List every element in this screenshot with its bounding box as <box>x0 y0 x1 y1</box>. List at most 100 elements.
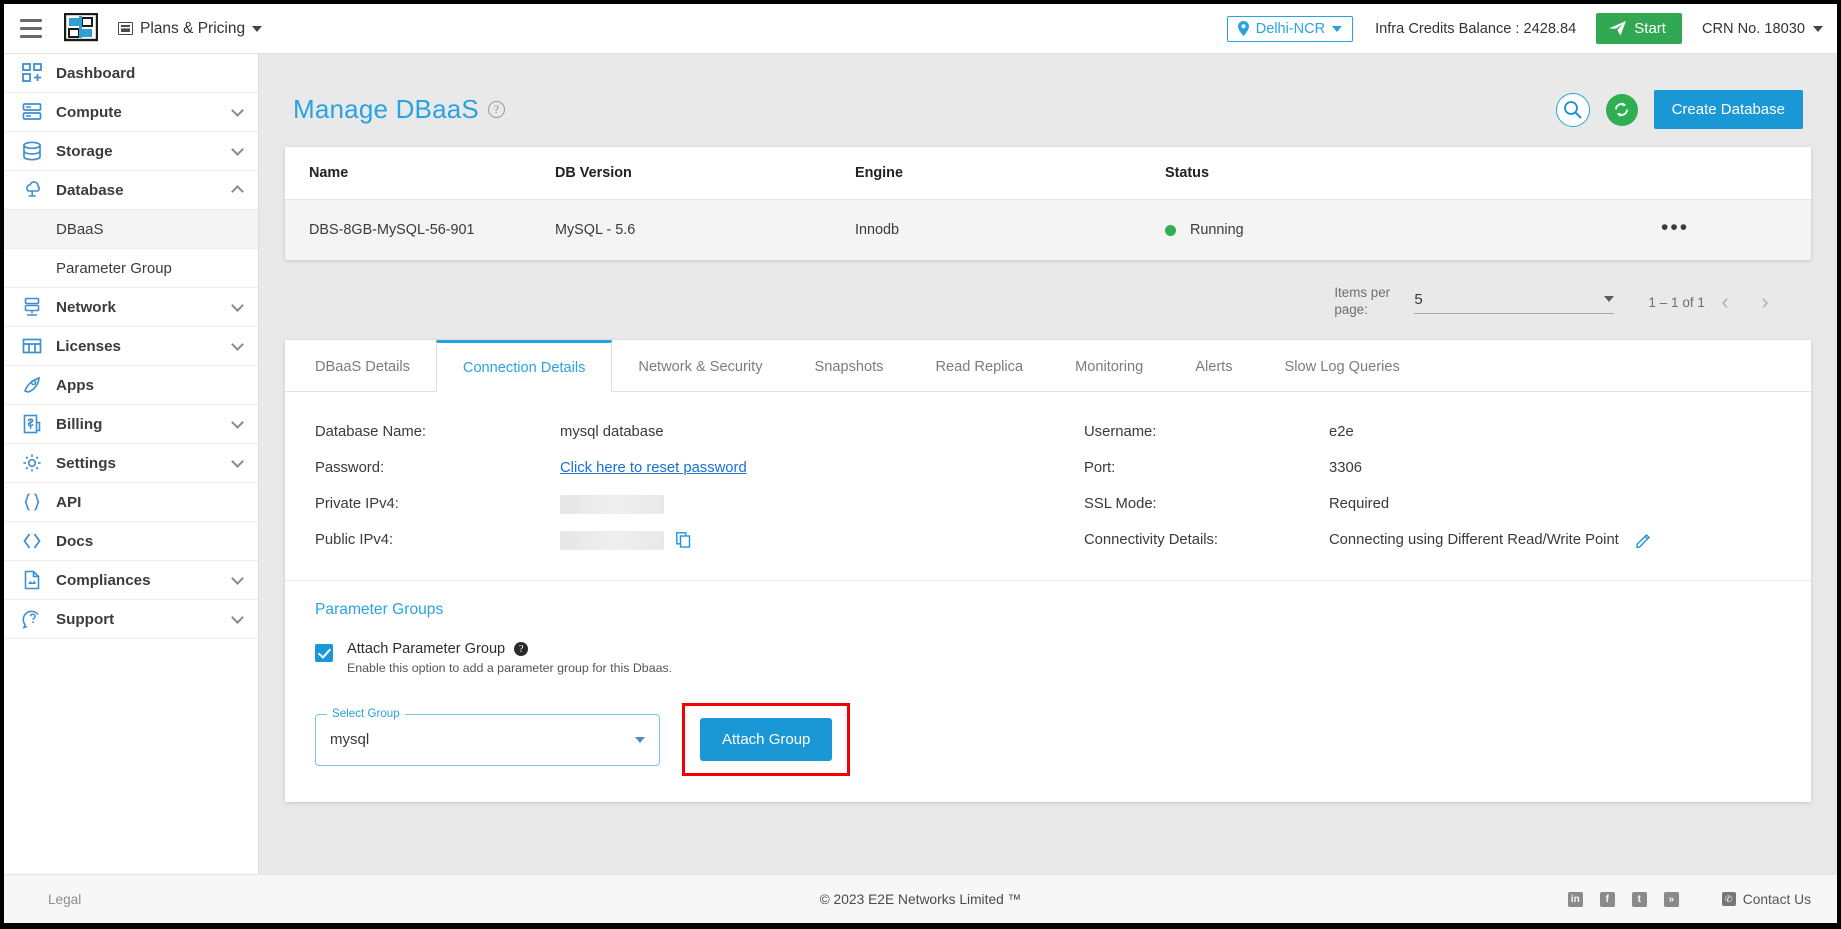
redacted-value <box>560 530 664 550</box>
select-group-legend: Select Group <box>327 706 405 720</box>
connection-details-panel: Database Name: mysql database Password: … <box>285 392 1811 570</box>
tab-network-security[interactable]: Network & Security <box>612 340 788 391</box>
tab-connection-details[interactable]: Connection Details <box>435 340 613 392</box>
gear-icon <box>21 452 43 474</box>
attach-parameter-group-checkbox[interactable] <box>315 644 333 662</box>
sidebar-subitem-label: Parameter Group <box>56 259 172 277</box>
status-dot-icon <box>1165 224 1176 236</box>
contact-us-link[interactable]: ✆ Contact Us <box>1721 892 1811 907</box>
chevron-down-icon <box>231 571 244 585</box>
sidebar-item-compliances[interactable]: Compliances <box>4 561 258 600</box>
e2e-networks-logo[interactable] <box>62 10 100 48</box>
tab-dbaas-details[interactable]: DBaaS Details <box>285 340 436 391</box>
braces-icon <box>21 491 43 513</box>
crn-selector[interactable]: CRN No. 18030 <box>1702 21 1823 37</box>
chevron-down-icon <box>231 415 244 429</box>
sidebar-item-api[interactable]: API <box>4 483 258 522</box>
twitter-icon[interactable]: t <box>1631 891 1647 907</box>
tab-snapshots[interactable]: Snapshots <box>789 340 910 391</box>
edit-pencil-icon[interactable] <box>1636 533 1651 548</box>
sidebar-item-support[interactable]: Support <box>4 600 258 639</box>
row-menu-icon[interactable]: ••• <box>1661 217 1689 238</box>
next-page-button[interactable]: › <box>1745 282 1785 322</box>
content-area: Manage DBaaS ? Create Database Name DB V… <box>259 54 1837 874</box>
attach-group-highlight-box: Attach Group <box>682 703 851 776</box>
support-icon <box>21 608 43 630</box>
linkedin-icon[interactable]: in <box>1567 891 1583 907</box>
chevron-down-icon <box>231 610 244 624</box>
database-list-card: Name DB Version Engine Status DBS-8GB-My… <box>285 147 1811 260</box>
hamburger-icon[interactable] <box>14 14 48 44</box>
help-filled-icon[interactable]: ? <box>514 642 529 656</box>
tab-slow-log-queries[interactable]: Slow Log Queries <box>1259 340 1426 391</box>
tab-monitoring[interactable]: Monitoring <box>1049 340 1169 391</box>
sidebar-item-dbaas[interactable]: DBaaS <box>4 210 258 249</box>
detail-value: e2e <box>1329 424 1354 440</box>
rss-icon[interactable]: » <box>1663 891 1679 907</box>
sidebar-item-network[interactable]: Network <box>4 288 258 327</box>
select-group-dropdown[interactable]: Select Group mysql <box>315 706 660 766</box>
sidebar-item-label: Network <box>56 298 116 316</box>
detail-label: Private IPv4: <box>315 496 399 512</box>
tab-alerts[interactable]: Alerts <box>1169 340 1258 391</box>
search-icon[interactable] <box>1555 92 1590 127</box>
facebook-icon[interactable]: f <box>1599 891 1615 907</box>
legal-link[interactable]: Legal <box>4 892 81 907</box>
attach-group-form-row: Select Group mysql Attach Group <box>315 703 1781 776</box>
sidebar-item-compute[interactable]: Compute <box>4 93 258 132</box>
sidebar-item-parameter-group[interactable]: Parameter Group <box>4 249 258 288</box>
reset-password-link[interactable]: Click here to reset password <box>560 460 747 476</box>
detail-value: Required <box>1329 496 1390 512</box>
items-per-page-select[interactable]: 5 <box>1414 291 1615 314</box>
table-body: DBS-8GB-MySQL-56-901 MySQL - 5.6 Innodb … <box>285 199 1811 260</box>
attach-parameter-group-text: Attach Parameter Group ? Enable this opt… <box>347 641 672 675</box>
sidebar-item-storage[interactable]: Storage <box>4 132 258 171</box>
connection-details-left-column: Database Name: mysql database Password: … <box>285 414 1048 558</box>
billing-icon <box>21 413 43 435</box>
sidebar-item-label: Storage <box>56 142 113 160</box>
plans-pricing-menu[interactable]: Plans & Pricing <box>118 20 263 38</box>
chevron-down-icon <box>635 736 645 743</box>
previous-page-button[interactable]: ‹ <box>1705 282 1745 322</box>
detail-row-database-name: Database Name: mysql database <box>315 414 1048 450</box>
attach-group-button[interactable]: Attach Group <box>700 718 833 761</box>
items-per-page-label: Items per page: <box>1334 285 1391 317</box>
detail-label: Public IPv4: <box>315 532 394 548</box>
sidebar-item-licenses[interactable]: Licenses <box>4 327 258 366</box>
sidebar-item-label: Compute <box>56 103 122 121</box>
licenses-icon <box>21 335 43 357</box>
sidebar-item-database[interactable]: Database <box>4 171 258 210</box>
help-circle-icon[interactable]: ? <box>487 101 505 118</box>
sidebar-item-dashboard[interactable]: Dashboard <box>4 54 258 93</box>
tab-read-replica[interactable]: Read Replica <box>909 340 1049 391</box>
page-header: Manage DBaaS ? Create Database <box>285 76 1811 147</box>
chevron-down-icon <box>1332 25 1343 32</box>
sidebar-item-docs[interactable]: Docs <box>4 522 258 561</box>
page-footer: Legal © 2023 E2E Networks Limited ™ in f… <box>4 874 1837 923</box>
copy-icon[interactable] <box>676 532 691 548</box>
detail-value: Connecting using Different Read/Write Po… <box>1329 532 1651 548</box>
sidebar-item-apps[interactable]: Apps <box>4 366 258 405</box>
detail-label: Database Name: <box>315 424 427 440</box>
table-row[interactable]: DBS-8GB-MySQL-56-901 MySQL - 5.6 Innodb … <box>285 199 1811 260</box>
browser-window: Plans & Pricing Delhi-NCR Infra Credits … <box>0 0 1841 929</box>
sidebar-item-settings[interactable]: Settings <box>4 444 258 483</box>
status-badge: Running <box>1190 222 1244 238</box>
chevron-up-icon <box>231 185 244 198</box>
sidebar-item-billing[interactable]: Billing <box>4 405 258 444</box>
chevron-down-icon <box>231 142 244 156</box>
body-row: Dashboard Compute Storage Database DBaaS… <box>4 54 1837 874</box>
redacted-value <box>560 494 664 514</box>
parameter-groups-section: Parameter Groups Attach Parameter Group … <box>285 581 1811 802</box>
create-database-button[interactable]: Create Database <box>1653 90 1803 129</box>
refresh-icon[interactable] <box>1605 93 1638 126</box>
sidebar-subitem-label: DBaaS <box>56 220 104 238</box>
sidebar-item-label: Apps <box>56 376 94 394</box>
network-icon <box>21 296 43 318</box>
parameter-groups-title: Parameter Groups <box>315 601 444 618</box>
detail-row-username: Username: e2e <box>1084 414 1811 450</box>
detail-value: Click here to reset password <box>560 460 747 476</box>
detail-label: Connectivity Details: <box>1084 532 1219 548</box>
region-selector[interactable]: Delhi-NCR <box>1226 15 1354 42</box>
start-button[interactable]: Start <box>1596 13 1682 44</box>
